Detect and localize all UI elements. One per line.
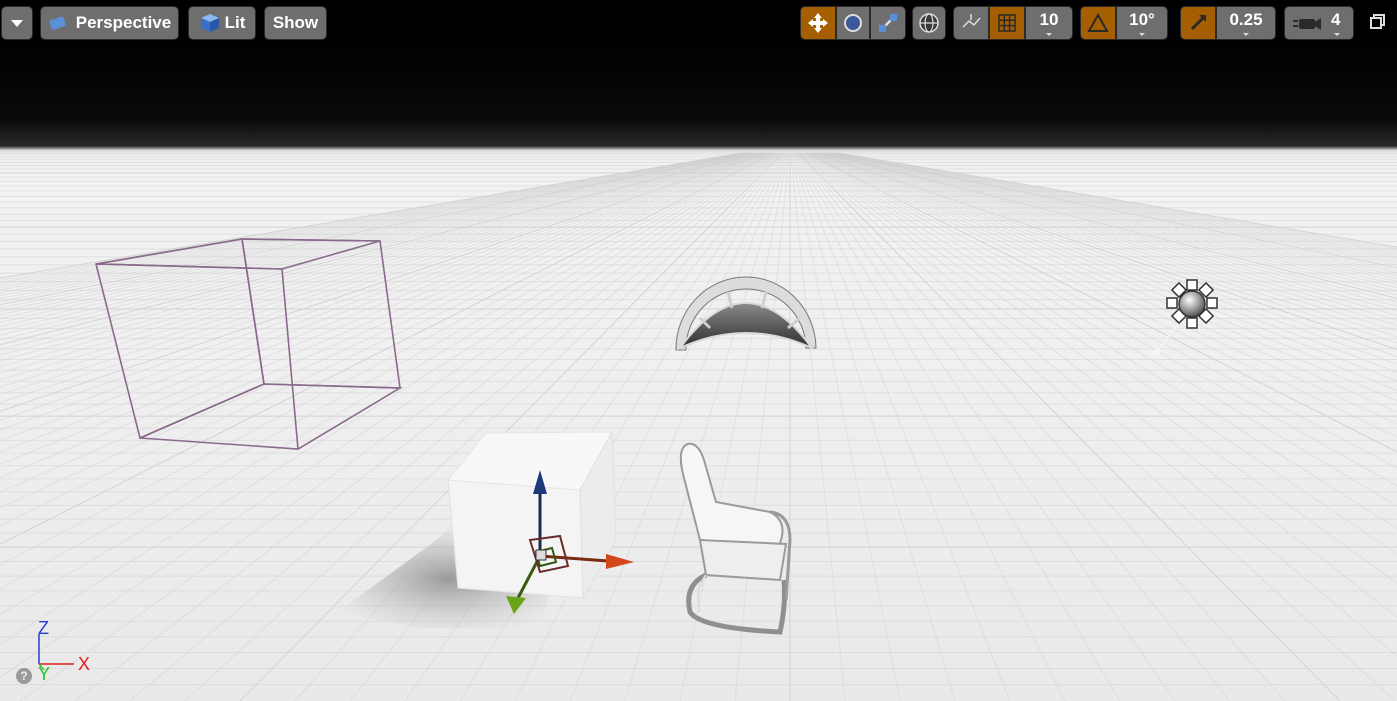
viewport-options-button[interactable]	[1, 6, 33, 40]
show-button[interactable]: Show	[264, 6, 327, 40]
sky-light-icon[interactable]	[675, 276, 817, 351]
grid-snap-value[interactable]: 10	[1025, 6, 1073, 40]
camera-speed-label: 4	[1331, 10, 1341, 29]
cube-icon	[200, 14, 219, 32]
rotation-snap-value[interactable]: 10°	[1116, 6, 1168, 40]
translate-mode-button[interactable]	[800, 6, 836, 40]
camera-speed-button[interactable]: 4	[1284, 6, 1354, 40]
scale-snap-icon	[1190, 15, 1206, 31]
camera-icon	[49, 16, 66, 30]
angle-icon	[1087, 13, 1109, 32]
viewport-scene	[0, 150, 1397, 701]
help-icon[interactable]: ?	[16, 668, 32, 684]
chevron-down-icon	[1243, 33, 1249, 36]
scale-snap-group: 0.25	[1180, 6, 1276, 40]
level-viewport[interactable]: Z X Y ? Perspective Lit Show 10 10° 0.25…	[0, 0, 1397, 701]
chevron-down-icon	[1046, 33, 1052, 36]
scale-snap-value[interactable]: 0.25	[1216, 6, 1276, 40]
rotate-mode-button[interactable]	[836, 6, 870, 40]
lit-button[interactable]: Lit	[188, 6, 256, 40]
grid-snap-label: 10	[1039, 10, 1059, 29]
rotation-snap-label: 10°	[1129, 10, 1155, 29]
transform-mode-group	[800, 6, 906, 40]
grid-snap-toggle[interactable]	[989, 6, 1025, 40]
restore-icon	[1370, 14, 1385, 29]
surface-snap-button[interactable]	[953, 6, 989, 40]
grid-icon	[998, 14, 1016, 32]
x-axis-label: X	[78, 654, 91, 674]
chevron-down-icon	[1139, 33, 1145, 36]
cube-mesh[interactable]	[338, 430, 617, 628]
grid-snap-group: 10	[953, 6, 1073, 40]
chevron-down-icon	[11, 19, 23, 27]
scale-icon	[879, 14, 897, 32]
move-arrows-icon	[808, 13, 828, 33]
lit-label: Lit	[224, 13, 246, 32]
maximize-viewport-button[interactable]	[1368, 12, 1388, 32]
rotation-snap-group: 10°	[1080, 6, 1168, 40]
scale-snap-toggle[interactable]	[1180, 6, 1216, 40]
rotate-icon	[844, 14, 862, 32]
perspective-button[interactable]: Perspective	[40, 6, 179, 40]
scale-snap-label: 0.25	[1229, 10, 1263, 29]
show-label: Show	[272, 13, 319, 32]
rotation-snap-toggle[interactable]	[1080, 6, 1116, 40]
perspective-label: Perspective	[75, 13, 172, 32]
world-local-toggle[interactable]	[912, 6, 946, 40]
y-axis-label: Y	[38, 664, 51, 684]
camera-speed-icon	[1293, 18, 1321, 30]
chair-mesh[interactable]	[679, 442, 792, 635]
surface-snap-icon	[962, 14, 981, 28]
chevron-down-icon	[1334, 33, 1340, 36]
globe-icon	[919, 13, 939, 33]
z-axis-label: Z	[38, 618, 49, 638]
scale-mode-button[interactable]	[870, 6, 906, 40]
